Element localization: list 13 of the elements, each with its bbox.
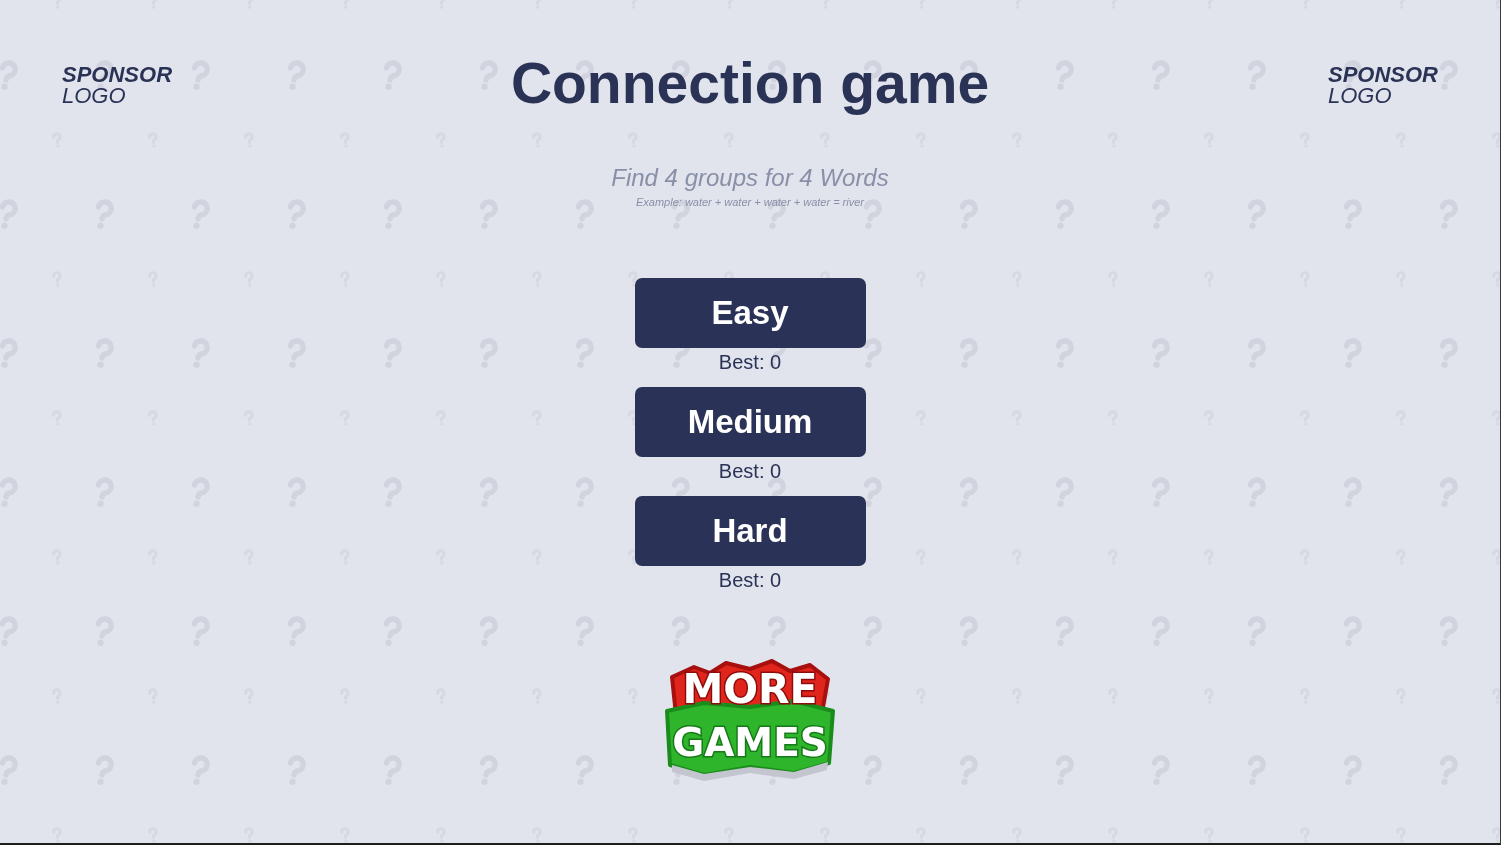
subtitle: Find 4 groups for 4 Words — [611, 164, 889, 192]
best-score: Best: 0 — [718, 350, 782, 374]
game-title: Connection game — [510, 50, 990, 116]
best-score: Best: 0 — [718, 459, 782, 483]
example-text: Example: water + water + water + water = river — [635, 195, 864, 209]
best-score: Best: 0 — [718, 568, 782, 592]
logo-text: LOGO — [1327, 85, 1393, 106]
sponsor-text: SPONSOR — [1327, 64, 1438, 85]
sponsor-text: SPONSOR — [62, 64, 173, 85]
difficulty-button[interactable]: Easy — [634, 278, 866, 348]
difficulty-button[interactable]: Medium — [634, 387, 866, 457]
logo-text: LOGO — [62, 85, 127, 106]
difficulty-button[interactable]: Hard — [634, 496, 866, 566]
